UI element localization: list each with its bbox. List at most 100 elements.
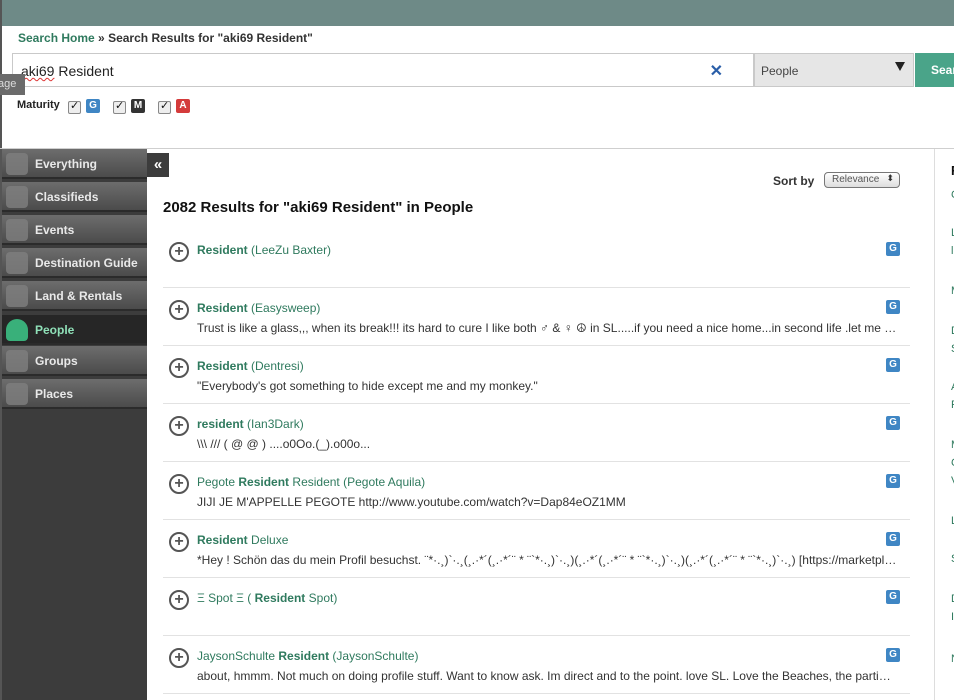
sidebar-item-destination-guide[interactable]: Destination Guide <box>2 248 147 278</box>
result-description: \\\ /// ( @ @ ) ....o0Oo.(_).o00o... <box>197 437 371 451</box>
result-name-match: Resident <box>197 359 248 373</box>
result-name-post: (Easysweep) <box>247 301 321 315</box>
chevron-down-icon <box>895 62 905 71</box>
result-description: about, hmmm. Not much on doing profile s… <box>197 669 897 683</box>
add-contact-icon[interactable]: + <box>169 300 189 320</box>
result-name-match: resident <box>197 417 244 431</box>
maturity-adult-badge: A <box>176 99 190 113</box>
sidebar-item-label: Everything <box>35 157 98 171</box>
result-name-pre: Ξ Spot Ξ ( <box>197 591 255 605</box>
add-contact-icon[interactable]: + <box>169 416 189 436</box>
maturity-label: Maturity <box>17 99 60 111</box>
sidebar-item-label: People <box>35 323 75 337</box>
sidebar-item-places[interactable]: Places <box>2 379 147 409</box>
result-name-match: Resident <box>238 475 290 489</box>
search-input-misspelled-word: aki69 <box>21 63 55 79</box>
breadcrumb-home-link[interactable]: Search Home <box>18 31 95 45</box>
add-contact-icon[interactable]: + <box>169 532 189 552</box>
person-icon <box>6 319 28 341</box>
add-contact-icon[interactable]: + <box>169 358 189 378</box>
sidebar-item-label: Groups <box>35 354 78 368</box>
breadcrumb-separator: » <box>98 31 105 45</box>
sidebar-item-label: Places <box>35 387 74 401</box>
maturity-general-badge: G <box>86 99 100 113</box>
right-panel-link[interactable]: l <box>951 245 953 257</box>
sidebar-item-groups[interactable]: Groups <box>2 346 147 376</box>
search-input-text: aki69 Resident <box>21 63 114 79</box>
sort-select-value: Relevance <box>832 174 880 185</box>
sort-label: Sort by <box>773 174 815 188</box>
land-icon <box>6 285 28 307</box>
result-name[interactable]: Pegote Resident Resident (Pegote Aquila) <box>197 475 425 489</box>
result-name-pre: Pegote <box>197 475 239 489</box>
result-name[interactable]: Resident (Easysweep) <box>197 301 320 315</box>
maturity-adult-checkbox[interactable] <box>158 99 171 114</box>
add-contact-icon[interactable]: + <box>169 474 189 494</box>
globe-icon <box>6 252 28 274</box>
sidebar-item-classifieds[interactable]: Classifieds <box>2 182 147 212</box>
result-row[interactable]: + Ξ Spot Ξ ( Resident Spot) G <box>163 578 910 636</box>
result-row[interactable]: + Pegote Resident Resident (Pegote Aquila… <box>163 462 910 520</box>
right-panel: R CLlMDSAFMCVLSDIN <box>934 149 954 700</box>
close-icon[interactable]: ✕ <box>710 61 723 81</box>
result-name[interactable]: Resident (LeeZu Baxter) <box>197 243 331 257</box>
sidebar-item-land-rentals[interactable]: Land & Rentals <box>2 281 147 311</box>
result-row[interactable]: + Resident (LeeZu Baxter) G <box>163 230 910 288</box>
sidebar-item-label: Destination Guide <box>35 256 138 270</box>
sidebar-item-events[interactable]: Events <box>2 215 147 245</box>
result-row[interactable]: + resident (Ian3Dark) \\\ /// ( @ @ ) ....… <box>163 404 910 462</box>
sidebar-item-label: Events <box>35 223 75 237</box>
result-name-pre: JaysonSchulte <box>197 649 279 663</box>
search-input[interactable]: aki69 Resident ✕ <box>12 53 754 87</box>
calendar-icon <box>6 219 28 241</box>
collapse-sidebar-button[interactable]: « <box>147 153 169 177</box>
top-bar <box>0 0 954 26</box>
result-name-post: Deluxe <box>247 533 289 547</box>
sidebar-item-people[interactable]: People <box>2 315 147 345</box>
result-description: Trust is like a glass,,, when its break!… <box>197 321 897 335</box>
search-scope-select[interactable]: People <box>754 53 914 87</box>
search-button[interactable]: Search <box>915 53 954 87</box>
result-description: JIJI JE M'APPELLE PEGOTE http://www.yout… <box>197 495 626 509</box>
maturity-moderate-checkbox[interactable] <box>113 99 126 114</box>
sort-select[interactable]: Relevance ⬍ <box>824 172 900 188</box>
result-name[interactable]: Resident Deluxe <box>197 533 288 547</box>
language-tab[interactable]: age <box>0 74 25 95</box>
result-name[interactable]: resident (Ian3Dark) <box>197 417 304 431</box>
maturity-badge: G <box>886 532 900 546</box>
result-row[interactable]: + JaysonSchulte Resident (JaysonSchulte) a… <box>163 636 910 694</box>
sidebar-item-everything[interactable]: Everything <box>2 149 147 179</box>
result-name-post: (LeeZu Baxter) <box>247 243 332 257</box>
result-name-post: (Dentresi) <box>247 359 304 373</box>
result-name-match: Resident <box>197 533 248 547</box>
result-name-match: Resident <box>197 301 248 315</box>
up-down-arrows-icon: ⬍ <box>886 173 894 183</box>
group-icon <box>6 350 28 372</box>
result-name[interactable]: JaysonSchulte Resident (JaysonSchulte) <box>197 649 418 663</box>
result-row[interactable]: + Resident Deluxe *Hey ! Schön das du mein… <box>163 520 910 578</box>
result-name-post: (JaysonSchulte) <box>329 649 419 663</box>
result-name[interactable]: Resident (Dentresi) <box>197 359 304 373</box>
maturity-badge: G <box>886 416 900 430</box>
result-name[interactable]: Ξ Spot Ξ ( Resident Spot) <box>197 591 337 605</box>
result-name-match: Resident <box>197 243 248 257</box>
breadcrumb: Search Home » Search Results for "aki69 … <box>18 31 313 45</box>
tag-icon <box>6 186 28 208</box>
maturity-general-checkbox[interactable] <box>68 99 81 114</box>
result-name-match: Resident <box>278 649 330 663</box>
add-contact-icon[interactable]: + <box>169 242 189 262</box>
sidebar-item-label: Land & Rentals <box>35 289 123 303</box>
pin-icon <box>6 383 28 405</box>
add-contact-icon[interactable]: + <box>169 648 189 668</box>
sidebar-item-label: Classifieds <box>35 190 99 204</box>
maturity-badge: G <box>886 474 900 488</box>
maturity-badge: G <box>886 358 900 372</box>
search-bar: aki69 Resident ✕ People Search <box>12 53 954 89</box>
result-description: *Hey ! Schön das du mein Profil besuchst… <box>197 553 897 567</box>
add-contact-icon[interactable]: + <box>169 590 189 610</box>
maturity-moderate-badge: M <box>131 99 145 113</box>
search-input-rest: Resident <box>54 63 114 79</box>
result-row[interactable]: + Resident (Easysweep) Trust is like a gla… <box>163 288 910 346</box>
result-description: "Everybody's got something to hide excep… <box>197 379 538 393</box>
result-row[interactable]: + Resident (Dentresi) "Everybody's got som… <box>163 346 910 404</box>
